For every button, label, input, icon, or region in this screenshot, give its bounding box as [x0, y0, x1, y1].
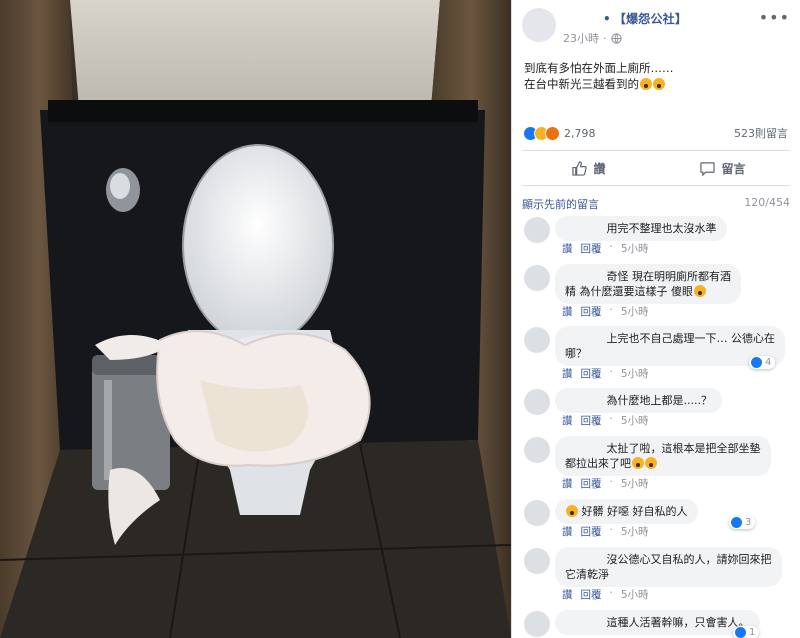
comment-bubble: 這種人活著幹嘛，只會害人。: [555, 610, 760, 635]
rolling-eyes-emoji-icon: [632, 457, 644, 469]
page-bullet: •: [603, 12, 611, 26]
commenter-name[interactable]: [565, 224, 603, 232]
comment-time[interactable]: 5小時: [621, 241, 649, 256]
globe-icon: [610, 32, 622, 44]
comment-time[interactable]: 5小時: [621, 366, 649, 381]
reaction-angry-icon[interactable]: [545, 125, 560, 141]
comment-time[interactable]: 5小時: [621, 476, 649, 491]
comment-bubble: 沒公德心又自私的人，請妳回來把 它清乾淨: [555, 547, 782, 587]
post-text-line-1: 到底有多怕在外面上廁所……: [524, 61, 674, 75]
commenter-avatar[interactable]: [524, 265, 550, 291]
comment-reply-link[interactable]: 回覆: [581, 366, 602, 381]
comment-reply-link[interactable]: 回覆: [581, 476, 602, 491]
comment-actions: 讚 回覆 · 5小時: [562, 524, 649, 539]
more-icon[interactable]: •••: [759, 8, 790, 27]
comment-icon: [700, 161, 716, 176]
comment-time[interactable]: 5小時: [621, 524, 649, 539]
fearful-emoji-icon: [566, 505, 578, 517]
page-name-link[interactable]: • 【爆怨公社】: [603, 10, 687, 27]
reaction-like-icon: [751, 357, 762, 368]
commenter-name[interactable]: [565, 396, 603, 404]
comment-like-link[interactable]: 讚: [562, 524, 573, 539]
comment-reply-link[interactable]: 回覆: [581, 413, 602, 428]
post-photo[interactable]: [0, 0, 511, 638]
comment-button[interactable]: 留言: [656, 151, 790, 185]
reaction-like-icon: [731, 517, 742, 528]
comment-time[interactable]: 5小時: [621, 587, 649, 602]
toilet-stall-photo: [0, 0, 511, 638]
comment-reply-link[interactable]: 回覆: [581, 587, 602, 602]
commenter-avatar[interactable]: [524, 217, 550, 243]
post-header: • 【爆怨公社】 23小時 · •••: [512, 0, 800, 50]
view-previous-comments-link[interactable]: 顯示先前的留言: [522, 196, 599, 212]
comment-reply-link[interactable]: 回覆: [581, 524, 602, 539]
reaction-bar: 2,798 523則留言: [523, 122, 788, 144]
commenter-avatar[interactable]: [524, 611, 550, 637]
commenter-name[interactable]: [565, 272, 603, 280]
scream-emoji-icon: [653, 78, 665, 90]
commenter-avatar[interactable]: [524, 389, 550, 415]
post-meta: 23小時 ·: [563, 30, 622, 46]
comments-header: 顯示先前的留言 120/454: [522, 196, 790, 212]
scream-emoji-icon: [640, 78, 652, 90]
comment-bubble: 奇怪 現在明明廁所都有酒 精 為什麼還要這樣子 傻眼: [555, 264, 741, 304]
page-avatar[interactable]: [522, 8, 556, 42]
post-side-panel: • 【爆怨公社】 23小時 · ••• 到底有多怕在外面上廁所…… 在台中新光三越…: [511, 0, 800, 638]
comment-actions: 讚 回覆 · 5小時: [562, 366, 649, 381]
commenter-avatar[interactable]: [524, 327, 550, 353]
comment-reply-link[interactable]: 回覆: [581, 304, 602, 319]
comment-time[interactable]: 5小時: [621, 304, 649, 319]
reaction-like-icon: [735, 627, 746, 638]
comment-bubble: 太扯了啦，這根本是把全部坐墊 都拉出來了吧: [555, 436, 771, 476]
commenter-name[interactable]: [565, 334, 603, 342]
like-button[interactable]: 讚: [522, 151, 656, 185]
comment-reply-link[interactable]: 回覆: [581, 241, 602, 256]
comment-reaction-badge[interactable]: 3: [729, 516, 756, 529]
comment-like-link[interactable]: 讚: [562, 241, 573, 256]
comment-like-link[interactable]: 讚: [562, 366, 573, 381]
commenter-name[interactable]: [565, 555, 603, 563]
post-text: 到底有多怕在外面上廁所…… 在台中新光三越看到的: [512, 50, 800, 92]
commenter-name[interactable]: [565, 618, 603, 626]
comment-pager: 120/454: [744, 196, 790, 209]
rolling-eyes-emoji-icon: [694, 285, 706, 297]
comment-actions: 讚 回覆 · 5小時: [562, 587, 649, 602]
commenter-avatar[interactable]: [524, 437, 550, 463]
comment-bubble: 為什麼地上都是.....？: [555, 388, 722, 413]
comment-bubble: 用完不整理也太沒水準: [555, 216, 727, 241]
post-text-line-2: 在台中新光三越看到的: [524, 76, 788, 92]
comment-like-link[interactable]: 讚: [562, 413, 573, 428]
post-action-bar: 讚 留言: [522, 150, 790, 186]
post-time[interactable]: 23小時: [563, 30, 599, 46]
rolling-eyes-emoji-icon: [645, 457, 657, 469]
commenter-avatar[interactable]: [524, 548, 550, 574]
comment-actions: 讚 回覆 · 5小時: [562, 476, 649, 491]
comment-like-link[interactable]: 讚: [562, 476, 573, 491]
meta-separator: ·: [603, 31, 607, 45]
comment-reaction-badge[interactable]: 4: [749, 356, 776, 369]
reaction-count[interactable]: 2,798: [564, 127, 596, 140]
comment-bubble: 好髒 好噁 好自私的人: [555, 499, 698, 524]
comment-like-link[interactable]: 讚: [562, 304, 573, 319]
comment-time[interactable]: 5小時: [621, 413, 649, 428]
commenter-name[interactable]: [565, 444, 603, 452]
like-icon: [572, 160, 588, 176]
comment-count[interactable]: 523則留言: [734, 125, 788, 141]
comment-like-link[interactable]: 讚: [562, 587, 573, 602]
comment-reaction-badge[interactable]: 1: [733, 626, 760, 638]
comment-actions: 讚 回覆 · 5小時: [562, 241, 649, 256]
comment-actions: 讚 回覆 · 5小時: [562, 413, 649, 428]
comment-actions: 讚 回覆 · 5小時: [562, 304, 649, 319]
commenter-avatar[interactable]: [524, 500, 550, 526]
